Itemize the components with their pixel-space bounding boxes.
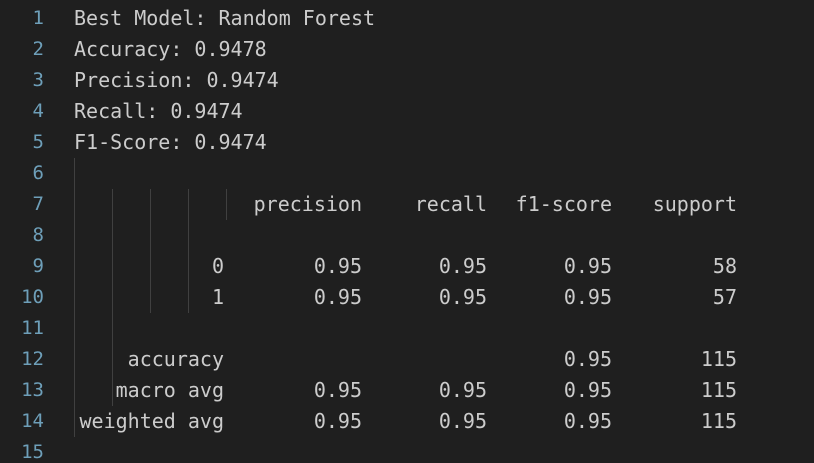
line-number: 11	[21, 317, 44, 339]
line-number: 8	[32, 224, 44, 246]
row-f1-score: 0.95	[563, 409, 612, 433]
row-precision	[224, 344, 362, 375]
line-number: 13	[21, 379, 44, 401]
row-recall: 0.95	[438, 254, 487, 278]
row-f1-score: 0.95	[563, 347, 612, 371]
row-precision: 0.95	[313, 285, 362, 309]
row-support: 58	[712, 254, 737, 278]
row-support: 115	[700, 347, 737, 371]
code-area[interactable]: Best Model: Random Forest Accuracy: 0.94…	[74, 0, 814, 463]
row-recall	[374, 344, 487, 375]
output-editor[interactable]: 1 2 3 4 5 6 7 8 9 10 11 12 13 14 15 Best…	[0, 0, 814, 463]
row-support: 115	[700, 409, 737, 433]
row-precision: 0.95	[313, 378, 362, 402]
header-support: support	[652, 192, 737, 216]
header-f1-score: f1-score	[515, 192, 612, 216]
f1-score-line: F1-Score: 0.9474	[74, 130, 267, 154]
row-label: weighted avg	[79, 409, 225, 433]
row-recall: 0.95	[438, 285, 487, 309]
row-recall: 0.95	[438, 378, 487, 402]
line-number: 9	[32, 255, 44, 277]
line-number: 15	[21, 441, 44, 463]
line-number: 6	[32, 162, 44, 184]
row-f1-score: 0.95	[563, 378, 612, 402]
header-precision: precision	[253, 192, 362, 216]
row-f1-score: 0.95	[563, 254, 612, 278]
line-number-gutter: 1 2 3 4 5 6 7 8 9 10 11 12 13 14 15	[0, 0, 60, 463]
line-number: 14	[21, 410, 44, 432]
row-f1-score: 0.95	[563, 285, 612, 309]
precision-line: Precision: 0.9474	[74, 68, 279, 92]
line-number: 5	[32, 131, 44, 153]
row-precision: 0.95	[313, 254, 362, 278]
row-label: 1	[211, 285, 224, 309]
row-label: macro avg	[115, 378, 224, 402]
header-recall: recall	[414, 192, 487, 216]
row-recall: 0.95	[438, 409, 487, 433]
row-label: 0	[211, 254, 224, 278]
line-number: 12	[21, 348, 44, 370]
line-number: 4	[32, 100, 44, 122]
best-model-line: Best Model: Random Forest	[74, 6, 376, 30]
row-support: 115	[700, 378, 737, 402]
line-number: 7	[32, 193, 44, 215]
line-number: 10	[21, 286, 44, 308]
accuracy-line: Accuracy: 0.9478	[74, 37, 267, 61]
row-support: 57	[712, 285, 737, 309]
row-precision: 0.95	[313, 409, 362, 433]
line-number: 1	[32, 7, 44, 29]
line-number: 2	[32, 38, 44, 60]
line-number: 3	[32, 69, 44, 91]
row-label: accuracy	[127, 347, 224, 371]
recall-line: Recall: 0.9474	[74, 99, 243, 123]
